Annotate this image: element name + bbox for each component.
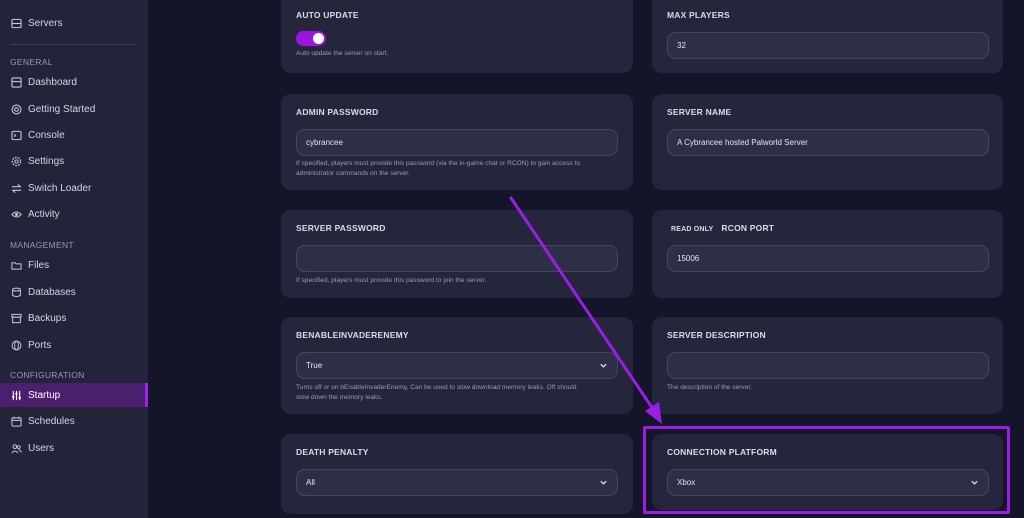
select-value: All — [306, 478, 315, 487]
lifebuoy-icon — [11, 104, 22, 115]
sidebar-item-label: Settings — [28, 155, 65, 167]
help-text-line-1: Turns off or on bEnableInvaderEnemy, Can… — [296, 384, 577, 391]
section-label-general: GENERAL — [10, 57, 53, 67]
sidebar-divider — [10, 44, 136, 45]
card-benable-invader-enemy: BENABLEINVADERENEMY True Turns off or on… — [281, 317, 633, 414]
card-max-players: MAX PLAYERS 32 — [652, 0, 1003, 73]
users-icon — [11, 443, 22, 454]
admin-password-input[interactable]: cybrancee — [296, 129, 618, 156]
sidebar-item-dashboard[interactable]: Dashboard — [0, 70, 148, 94]
sidebar-item-files[interactable]: Files — [0, 253, 148, 277]
sidebar-item-label: Users — [28, 442, 55, 454]
card-server-password: SERVER PASSWORD If specified, players mu… — [281, 210, 633, 298]
card-title: RCON PORT — [721, 223, 775, 233]
dashboard-icon — [11, 76, 22, 88]
card-title: ADMIN PASSWORD — [296, 107, 379, 117]
help-text-line-2: administrator commands on the server. — [296, 170, 410, 177]
sidebar-item-label: Switch Loader — [28, 182, 92, 194]
server-description-input[interactable] — [667, 352, 989, 379]
sidebar: Servers GENERAL Dashboard Getting Starte… — [0, 0, 148, 518]
help-text: The description of the server. — [667, 384, 753, 391]
chevron-down-icon — [599, 361, 608, 370]
folder-icon — [11, 260, 22, 271]
card-title: MAX PLAYERS — [667, 10, 730, 20]
max-players-input[interactable]: 32 — [667, 32, 989, 59]
card-title: SERVER NAME — [667, 107, 732, 117]
help-text-line-1: If specified, players must provide this … — [296, 160, 581, 167]
chevron-down-icon — [599, 478, 608, 487]
select-value: True — [306, 361, 323, 370]
card-title-row: READ ONLY RCON PORT — [671, 223, 774, 233]
database-icon — [11, 287, 22, 298]
switch-arrows-icon — [11, 183, 22, 194]
sidebar-item-label: Ports — [28, 339, 52, 351]
card-server-name: SERVER NAME A Cybrancee hosted Palworld … — [652, 94, 1003, 190]
globe-icon — [11, 340, 22, 351]
sidebar-item-label: Servers — [28, 17, 63, 29]
sidebar-item-label: Activity — [28, 208, 60, 220]
sliders-icon — [11, 390, 22, 401]
card-death-penalty: DEATH PENALTY All — [281, 434, 633, 514]
sidebar-item-label: Dashboard — [28, 76, 77, 88]
sidebar-item-activity[interactable]: Activity — [0, 202, 148, 226]
sidebar-item-label: Console — [28, 129, 65, 141]
card-title: AUTO UPDATE — [296, 10, 359, 20]
benable-invader-enemy-select[interactable]: True — [296, 352, 618, 379]
sidebar-item-label: Getting Started — [28, 103, 96, 115]
section-label-configuration: CONFIGURATION — [10, 370, 85, 380]
calendar-icon — [11, 416, 22, 427]
terminal-icon — [11, 130, 22, 141]
rcon-port-input: 15006 — [667, 245, 989, 272]
toggle-knob — [313, 33, 324, 44]
card-title: SERVER DESCRIPTION — [667, 330, 766, 340]
card-auto-update: AUTO UPDATE Auto update the server on st… — [281, 0, 633, 73]
sidebar-item-servers[interactable]: Servers — [0, 11, 148, 35]
death-penalty-select[interactable]: All — [296, 469, 618, 496]
server-name-input[interactable]: A Cybrancee hosted Palworld Server — [667, 129, 989, 156]
sidebar-item-getting-started[interactable]: Getting Started — [0, 97, 148, 121]
server-password-input[interactable] — [296, 245, 618, 272]
card-rcon-port: READ ONLY RCON PORT 15006 — [652, 210, 1003, 298]
sidebar-item-users[interactable]: Users — [0, 436, 148, 460]
sidebar-item-label: Schedules — [28, 415, 75, 427]
read-only-badge: READ ONLY — [671, 226, 714, 233]
card-admin-password: ADMIN PASSWORD cybrancee If specified, p… — [281, 94, 633, 190]
eye-icon — [11, 209, 22, 220]
sidebar-item-backups[interactable]: Backups — [0, 306, 148, 330]
sidebar-item-label: Databases — [28, 286, 76, 298]
sidebar-item-label: Files — [28, 259, 50, 271]
section-label-management: MANAGEMENT — [10, 240, 74, 250]
help-text: If specified, players must provide this … — [296, 277, 487, 284]
sidebar-item-switch-loader[interactable]: Switch Loader — [0, 176, 148, 200]
sidebar-item-console[interactable]: Console — [0, 123, 148, 147]
sidebar-item-startup[interactable]: Startup — [0, 383, 148, 407]
sidebar-item-ports[interactable]: Ports — [0, 333, 148, 357]
sidebar-item-label: Backups — [28, 312, 67, 324]
gear-icon — [11, 156, 22, 167]
sidebar-item-schedules[interactable]: Schedules — [0, 409, 148, 433]
card-title: DEATH PENALTY — [296, 447, 369, 457]
card-title: BENABLEINVADERENEMY — [296, 330, 409, 340]
help-text: Auto update the server on start. — [296, 50, 389, 57]
auto-update-toggle[interactable] — [296, 31, 326, 46]
card-title: SERVER PASSWORD — [296, 223, 386, 233]
highlight-box — [643, 426, 1010, 514]
sidebar-item-databases[interactable]: Databases — [0, 280, 148, 304]
sidebar-item-label: Startup — [28, 389, 61, 401]
help-text-line-2: slow down the memory leaks. — [296, 394, 383, 401]
server-icon — [11, 18, 22, 29]
sidebar-item-settings[interactable]: Settings — [0, 149, 148, 173]
card-server-description: SERVER DESCRIPTION The description of th… — [652, 317, 1003, 414]
archive-icon — [11, 313, 22, 324]
